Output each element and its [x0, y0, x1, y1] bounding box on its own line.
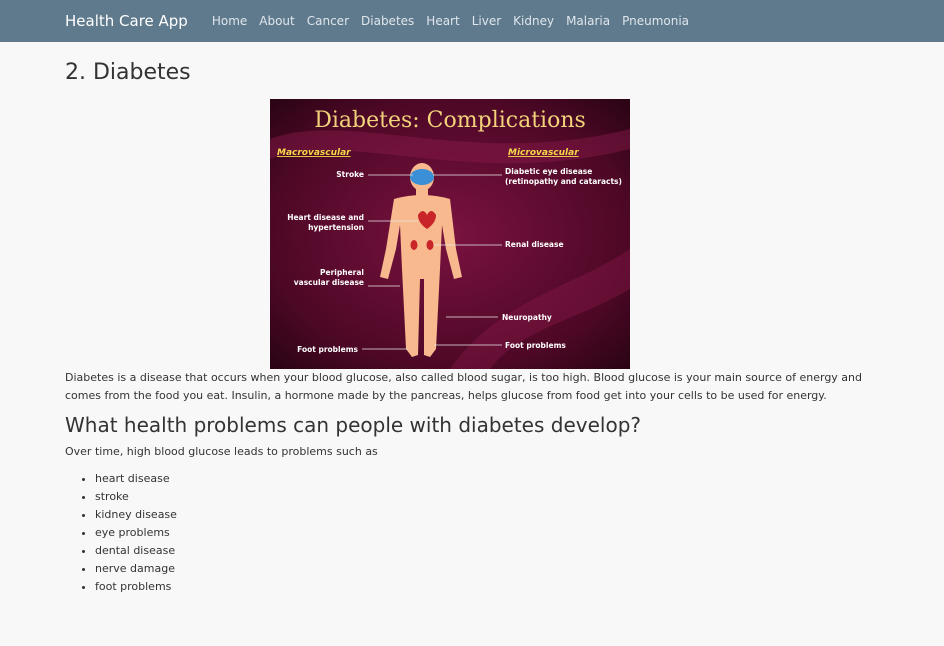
label-heart-disease: Heart disease and — [287, 213, 364, 222]
label-renal-disease: Renal disease — [505, 240, 564, 249]
main-content: 2. Diabetes Diabetes: Complications Macr… — [0, 60, 944, 596]
nav-link-cancer[interactable]: Cancer — [307, 14, 349, 28]
brain-graphic — [409, 169, 434, 185]
nav-link-liver[interactable]: Liver — [472, 14, 501, 28]
label-foot-problems-right: Foot problems — [505, 341, 566, 350]
label-retinopathy: (retinopathy and cataracts) — [505, 177, 622, 186]
label-foot-problems-left: Foot problems — [297, 345, 358, 354]
intro-paragraph: Diabetes is a disease that occurs when y… — [65, 371, 863, 402]
top-navbar: Health Care App Home About Cancer Diabet… — [0, 0, 944, 42]
figure-wrapper: Diabetes: Complications Macrovascular Mi… — [0, 99, 899, 369]
lead-paragraph: Over time, high blood glucose leads to p… — [65, 445, 378, 458]
label-hypertension: hypertension — [308, 223, 364, 232]
section-heading: What health problems can people with dia… — [65, 413, 642, 437]
label-neuropathy: Neuropathy — [502, 313, 552, 322]
microvascular-header: Microvascular — [508, 148, 579, 158]
problems-list: heart disease stroke kidney disease eye … — [65, 470, 899, 596]
kidney-graphic — [410, 240, 417, 250]
list-item: foot problems — [95, 578, 899, 596]
label-stroke: Stroke — [336, 170, 364, 179]
nav-link-heart[interactable]: Heart — [426, 14, 459, 28]
nav-link-kidney[interactable]: Kidney — [513, 14, 554, 28]
list-item: stroke — [95, 488, 899, 506]
figure-title: Diabetes: Complications — [314, 108, 586, 133]
list-item: dental disease — [95, 542, 899, 560]
list-item: heart disease — [95, 470, 899, 488]
macrovascular-header: Macrovascular — [277, 148, 351, 158]
nav-link-diabetes[interactable]: Diabetes — [361, 14, 414, 28]
nav-links: Home About Cancer Diabetes Heart Liver K… — [200, 14, 689, 28]
label-peripheral: Peripheral — [320, 268, 364, 277]
list-item: nerve damage — [95, 560, 899, 578]
nav-link-malaria[interactable]: Malaria — [566, 14, 610, 28]
nav-link-about[interactable]: About — [259, 14, 294, 28]
brand-link[interactable]: Health Care App — [65, 12, 188, 30]
nav-link-home[interactable]: Home — [212, 14, 247, 28]
page-title: 2. Diabetes — [65, 60, 191, 85]
label-eye-disease: Diabetic eye disease — [505, 167, 592, 176]
label-vascular-disease: vascular disease — [293, 278, 363, 287]
list-item: eye problems — [95, 524, 899, 542]
diabetes-complications-image: Diabetes: Complications Macrovascular Mi… — [269, 99, 630, 369]
list-item: kidney disease — [95, 506, 899, 524]
kidney-graphic — [426, 240, 433, 250]
nav-link-pneumonia[interactable]: Pneumonia — [622, 14, 689, 28]
